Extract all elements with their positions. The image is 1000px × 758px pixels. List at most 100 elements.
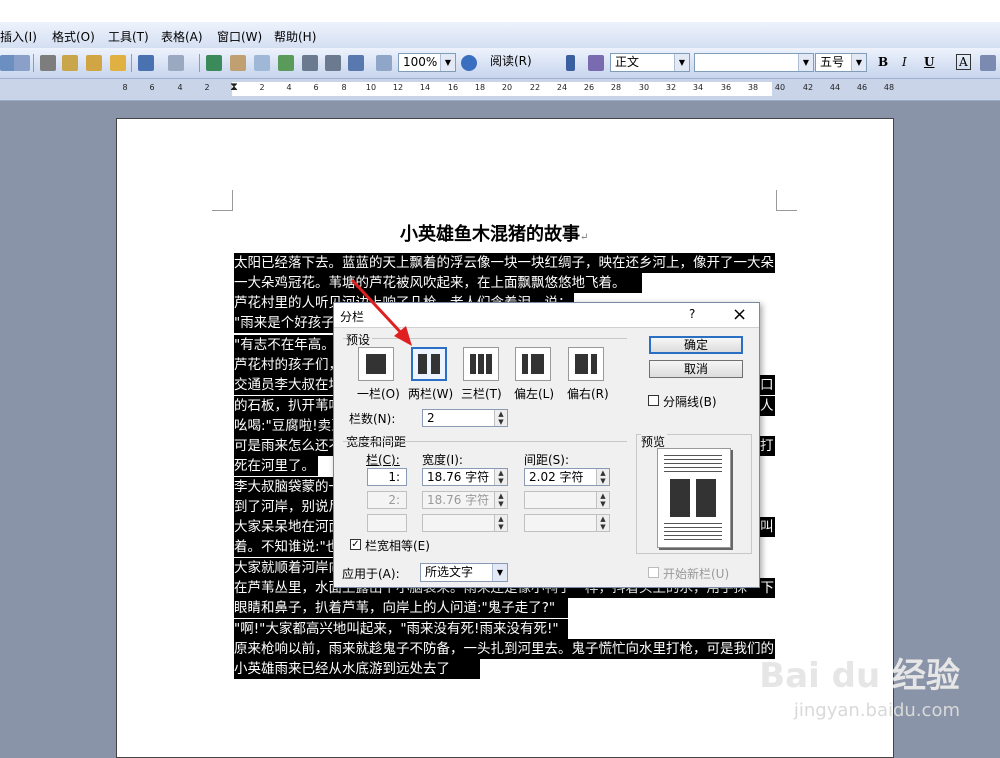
insert-table-icon[interactable] bbox=[254, 55, 270, 71]
col-width-1-input[interactable]: 18.76 字符 ▲ ▼ bbox=[422, 468, 508, 486]
cut-icon[interactable] bbox=[40, 55, 56, 71]
preset-right[interactable] bbox=[568, 347, 604, 381]
preview-line bbox=[664, 535, 722, 536]
font-select[interactable]: ▼ bbox=[694, 53, 814, 72]
menu-table[interactable]: 表格(A) bbox=[161, 28, 203, 45]
menu-insert[interactable]: 插入(I) bbox=[0, 28, 37, 45]
italic-button[interactable]: I bbox=[902, 55, 907, 69]
text-line[interactable]: 一大朵鸡冠花。苇塘的芦花被风吹起来，在上面飘飘悠悠地飞着。 bbox=[234, 273, 642, 293]
text-line[interactable]: 原来枪响以前，雨来就趁鬼子不防备，一头扎到河里去。鬼子慌忙向水里打枪，可是我们的 bbox=[234, 639, 775, 659]
dialog-title-bar[interactable]: 分栏 ? × bbox=[334, 303, 759, 328]
show-hide-icon[interactable] bbox=[376, 55, 392, 71]
ruler-tick: 14 bbox=[419, 83, 431, 92]
more-icon[interactable] bbox=[980, 55, 996, 71]
spinner-icon[interactable]: ▲ ▼ bbox=[494, 469, 507, 485]
ruler-tick: 34 bbox=[692, 83, 704, 92]
menu-format[interactable]: 格式(O) bbox=[52, 28, 95, 45]
tables-borders-icon[interactable] bbox=[230, 55, 246, 71]
columns-count-input[interactable]: 2 ▲ ▼ bbox=[422, 409, 508, 427]
margin-corner bbox=[776, 190, 797, 211]
ruler-tick: 22 bbox=[529, 83, 541, 92]
text-line-fragment[interactable]: 打 bbox=[760, 436, 775, 456]
text-line-fragment[interactable]: 口 bbox=[760, 375, 775, 395]
spinner-icon[interactable]: ▲ ▼ bbox=[596, 469, 609, 485]
text-line[interactable]: 着。不知谁说:"也 bbox=[234, 537, 334, 557]
apply-to-select[interactable]: 所选文字 ▼ bbox=[420, 563, 508, 582]
underline-button[interactable]: U bbox=[924, 55, 934, 69]
equal-width-checkbox[interactable]: ✓ bbox=[350, 539, 361, 550]
text-line[interactable]: 到了河岸，别说尸 bbox=[234, 497, 334, 517]
style-select[interactable]: 正文 ▼ bbox=[610, 53, 690, 72]
text-line[interactable]: 眼睛和鼻子，扒着芦苇，向岸上的人问道:"鬼子走了?" bbox=[234, 598, 568, 618]
ruler-tick: 24 bbox=[556, 83, 568, 92]
equal-width-label: 栏宽相等(E) bbox=[365, 539, 430, 553]
cancel-button[interactable]: 取消 bbox=[649, 360, 743, 378]
redo-icon[interactable] bbox=[168, 55, 184, 71]
menu-help[interactable]: 帮助(H) bbox=[274, 28, 316, 45]
preview-image bbox=[657, 448, 731, 548]
zoom-select[interactable]: 100% ▼ bbox=[398, 53, 456, 72]
ruler-tick: 28 bbox=[610, 83, 622, 92]
preset-three-columns[interactable] bbox=[463, 347, 499, 381]
divider-label: 分隔线(B) bbox=[663, 395, 717, 409]
spinner-icon[interactable]: ▲ ▼ bbox=[494, 410, 507, 426]
text-line[interactable]: 的石板，扒开苇叶 bbox=[234, 396, 334, 416]
font-size-select[interactable]: 五号 ▼ bbox=[815, 53, 867, 72]
ruler-tick: 18 bbox=[474, 83, 486, 92]
preset-two-columns[interactable] bbox=[411, 347, 447, 381]
text-line[interactable]: 大家就顺着河岸向 bbox=[234, 558, 334, 578]
menu-bar: 插入(I) 格式(O) 工具(T) 表格(A) 窗口(W) 帮助(H) bbox=[0, 22, 1000, 49]
document-map-icon[interactable] bbox=[348, 55, 364, 71]
insert-excel-icon[interactable] bbox=[278, 55, 294, 71]
text-line[interactable]: 吆喝:"豆腐啦!卖豆 bbox=[234, 416, 334, 436]
format-painter-icon[interactable] bbox=[110, 55, 126, 71]
text-line[interactable]: 小英雄雨来已经从水底游到远处去了 bbox=[234, 659, 480, 679]
preview-line bbox=[664, 471, 722, 472]
indent-marker-icon[interactable]: ⧗ bbox=[230, 80, 238, 94]
undo-icon[interactable] bbox=[138, 55, 154, 71]
toolbar-options-icon[interactable] bbox=[566, 55, 575, 71]
menu-tools[interactable]: 工具(T) bbox=[108, 28, 149, 45]
preset-one-column[interactable] bbox=[358, 347, 394, 381]
divider-checkbox[interactable] bbox=[648, 395, 659, 406]
close-icon[interactable]: × bbox=[732, 304, 747, 325]
text-line[interactable]: "啊!"大家都高兴地叫起来，"雨来没有死!雨来没有死!" bbox=[234, 619, 568, 639]
text-line[interactable]: 交通员李大叔在地 bbox=[234, 375, 334, 395]
col-spacing-1-input[interactable]: 2.02 字符 ▲ ▼ bbox=[524, 468, 610, 486]
two-columns-icon bbox=[418, 354, 427, 374]
help-icon[interactable] bbox=[461, 55, 477, 71]
text-line[interactable]: 芦花村的孩子们， bbox=[234, 355, 334, 375]
columns-icon[interactable] bbox=[302, 55, 318, 71]
text-line-fragment[interactable]: 人 bbox=[760, 396, 775, 416]
text-line[interactable]: "雨来是个好孩子 bbox=[234, 313, 334, 333]
text-line[interactable]: 大家呆呆地在河面 bbox=[234, 517, 334, 537]
help-icon[interactable]: ? bbox=[689, 307, 695, 321]
hyperlink-icon[interactable] bbox=[206, 55, 222, 71]
ruler-tick: 26 bbox=[583, 83, 595, 92]
preview-line bbox=[664, 523, 722, 524]
horizontal-ruler[interactable]: 8 6 4 2 2 4 6 8 10 12 14 16 18 20 22 24 … bbox=[0, 79, 1000, 101]
ruler-tick: 4 bbox=[286, 83, 292, 92]
preview-line bbox=[664, 467, 722, 468]
styles-icon[interactable] bbox=[588, 55, 604, 71]
document-title[interactable]: 小英雄鱼木混猪的故事↵ bbox=[400, 220, 588, 246]
text-line[interactable]: 可是雨来怎么还不 bbox=[234, 436, 334, 456]
drawing-icon[interactable] bbox=[325, 55, 341, 71]
paste-icon[interactable] bbox=[86, 55, 102, 71]
chevron-down-icon: ▼ bbox=[674, 54, 689, 71]
char-border-button[interactable]: A bbox=[956, 54, 971, 70]
menu-window[interactable]: 窗口(W) bbox=[217, 28, 262, 45]
text-line[interactable]: 死在河里了。 bbox=[234, 456, 318, 476]
preview-line bbox=[664, 459, 722, 460]
research-icon[interactable] bbox=[14, 55, 30, 71]
read-button[interactable]: 阅读(R) bbox=[486, 53, 558, 72]
copy-icon[interactable] bbox=[62, 55, 78, 71]
text-line[interactable]: 李大叔脑袋蒙的一 bbox=[234, 477, 334, 497]
right-column-icon bbox=[575, 354, 588, 374]
bold-button[interactable]: B bbox=[878, 55, 888, 69]
text-line-fragment[interactable]: 叫 bbox=[760, 517, 775, 537]
preset-left[interactable] bbox=[515, 347, 551, 381]
text-line[interactable]: "有志不在年高。 bbox=[234, 335, 334, 355]
text-line[interactable]: 太阳已经落下去。蓝蓝的天上飘着的浮云像一块一块红绸子，映在还乡河上，像开了一大朵 bbox=[234, 253, 775, 273]
ok-button[interactable]: 确定 bbox=[649, 336, 743, 354]
